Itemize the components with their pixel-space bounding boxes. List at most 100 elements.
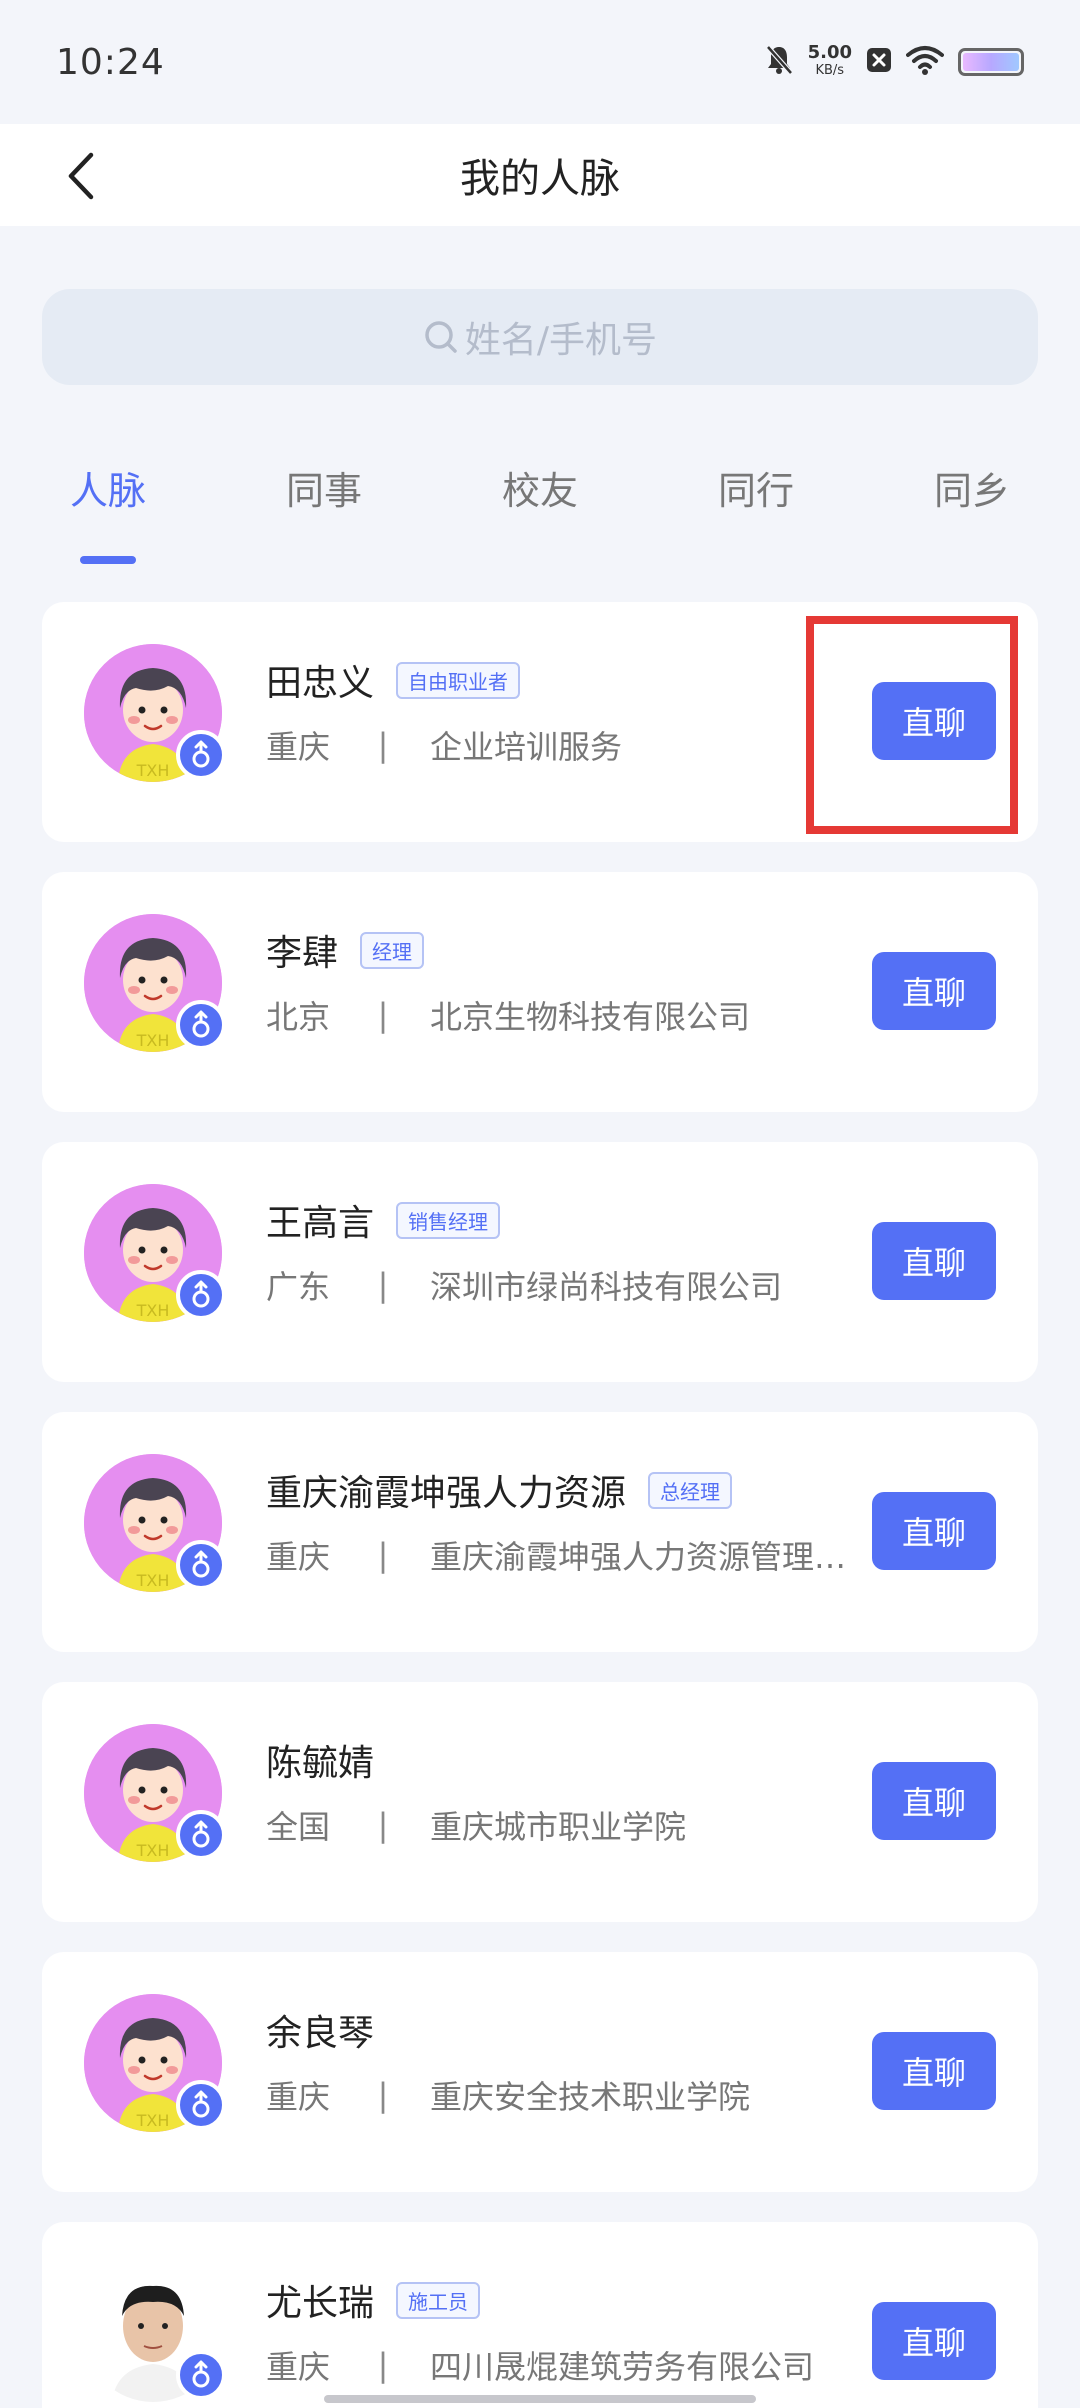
status-bar: 10:24 5.00 KB/s (0, 0, 1080, 124)
search-placeholder: 姓名/手机号 (464, 320, 658, 361)
contact-details: 北京 | 北京生物科技有限公司 (266, 992, 886, 1038)
tab-active-indicator (80, 556, 136, 564)
direct-chat-button[interactable]: 直聊 (872, 682, 996, 760)
tab-alumni[interactable]: 校友 (502, 460, 578, 515)
contact-name: 李肆 (266, 933, 339, 974)
contact-name: 田忠义 (266, 663, 375, 704)
name-row: 李肆 经理 (266, 924, 425, 976)
tab-peers[interactable]: 同行 (718, 460, 794, 515)
tab-renmai[interactable]: 人脉 (70, 460, 147, 564)
status-time: 10:24 (56, 41, 165, 83)
contact-company: 企业培训服务 (430, 728, 623, 766)
job-title-badge: 销售经理 (396, 1201, 501, 1239)
divider: | (377, 996, 389, 1034)
contact-company: 重庆城市职业学院 (430, 1808, 687, 1846)
chevron-left-icon (68, 152, 94, 200)
direct-chat-button[interactable]: 直聊 (872, 952, 996, 1030)
contact-name: 余良琴 (266, 2013, 375, 2054)
contact-details: 重庆 | 重庆渝霞坤强人力资源管理… (266, 1532, 886, 1578)
tab-label: 同事 (286, 469, 363, 513)
contact-city: 重庆 (266, 2078, 331, 2116)
tab-label: 人脉 (70, 469, 147, 513)
status-icons: 5.00 KB/s (764, 44, 1024, 80)
tab-bar: 人脉 同事 校友 同行 同乡 (0, 460, 1080, 570)
job-title-badge: 经理 (360, 931, 425, 969)
contact-card[interactable]: TXH 余良琴 重庆 | 重庆安全技术职业学院 直聊 (42, 1952, 1038, 2192)
battery-fill (963, 53, 1019, 71)
tab-label: 同乡 (934, 469, 1011, 513)
name-row: 田忠义 自由职业者 (266, 654, 521, 706)
back-button[interactable] (56, 146, 106, 206)
svg-text:TXH: TXH (136, 1031, 170, 1050)
male-icon (176, 1540, 226, 1590)
mute-bell-icon (764, 44, 794, 80)
male-icon (176, 730, 226, 780)
tab-label: 校友 (502, 469, 579, 513)
name-row: 重庆渝霞坤强人力资源 总经理 (266, 1464, 733, 1516)
divider: | (377, 1806, 389, 1844)
close-box-icon (866, 47, 892, 77)
divider: | (377, 2346, 389, 2384)
contact-card[interactable]: TXH 李肆 经理 北京 | 北京生物科技有限公司 直聊 (42, 872, 1038, 1112)
contact-details: 重庆 | 企业培训服务 (266, 722, 886, 768)
contact-card[interactable]: TXH 重庆渝霞坤强人力资源 总经理 重庆 | 重庆渝霞坤强人力资源管理… 直聊 (42, 1412, 1038, 1652)
contact-details: 广东 | 深圳市绿尚科技有限公司 (266, 1262, 886, 1308)
contact-name: 王高言 (266, 1203, 375, 1244)
tab-label: 同行 (718, 469, 795, 513)
speed-value: 5.00 (807, 42, 852, 63)
male-icon (176, 2350, 226, 2400)
contact-card[interactable]: TXH 田忠义 自由职业者 重庆 | 企业培训服务 直聊 (42, 602, 1038, 842)
direct-chat-button[interactable]: 直聊 (872, 2302, 996, 2380)
direct-chat-button[interactable]: 直聊 (872, 2032, 996, 2110)
contact-name: 重庆渝霞坤强人力资源 (266, 1473, 627, 1514)
app-root: 10:24 5.00 KB/s 我的人脉 姓名/手机号 人脉 同事 校友 同行 … (0, 0, 1080, 2408)
male-icon (176, 1810, 226, 1860)
contact-name: 尤长瑞 (266, 2283, 375, 2324)
nav-header: 我的人脉 (0, 124, 1080, 226)
contact-city: 重庆 (266, 728, 331, 766)
contact-city: 重庆 (266, 2348, 331, 2386)
contact-company: 四川晟焜建筑劳务有限公司 (430, 2348, 815, 2386)
contact-city: 全国 (266, 1808, 331, 1846)
male-icon (176, 1270, 226, 1320)
contact-city: 重庆 (266, 1538, 331, 1576)
contact-city: 北京 (266, 998, 331, 1036)
direct-chat-button[interactable]: 直聊 (872, 1762, 996, 1840)
name-row: 王高言 销售经理 (266, 1194, 501, 1246)
svg-text:TXH: TXH (136, 1301, 170, 1320)
tab-hometown[interactable]: 同乡 (934, 460, 1010, 515)
name-row: 陈毓婧 (266, 1734, 374, 1786)
battery-icon (958, 48, 1024, 76)
contact-name: 陈毓婧 (266, 1743, 375, 1784)
search-input[interactable]: 姓名/手机号 (42, 289, 1038, 385)
divider: | (377, 1266, 389, 1304)
tab-colleagues[interactable]: 同事 (286, 460, 362, 515)
male-icon (176, 1000, 226, 1050)
contact-company: 北京生物科技有限公司 (430, 998, 751, 1036)
svg-text:TXH: TXH (136, 2111, 170, 2130)
name-row: 尤长瑞 施工员 (266, 2274, 481, 2326)
wifi-icon (906, 45, 944, 79)
contact-company: 重庆渝霞坤强人力资源管理… (430, 1538, 847, 1576)
contact-card[interactable]: TXH 王高言 销售经理 广东 | 深圳市绿尚科技有限公司 直聊 (42, 1142, 1038, 1382)
contact-card[interactable]: TXH 陈毓婧 全国 | 重庆城市职业学院 直聊 (42, 1682, 1038, 1922)
direct-chat-button[interactable]: 直聊 (872, 1492, 996, 1570)
svg-text:TXH: TXH (136, 1571, 170, 1590)
direct-chat-button[interactable]: 直聊 (872, 1222, 996, 1300)
search-icon (425, 321, 457, 353)
home-indicator[interactable] (324, 2395, 756, 2403)
speed-unit: KB/s (815, 63, 845, 78)
name-row: 余良琴 (266, 2004, 374, 2056)
job-title-badge: 自由职业者 (396, 661, 521, 699)
contact-company: 深圳市绿尚科技有限公司 (430, 1268, 783, 1306)
network-speed: 5.00 KB/s (808, 44, 852, 80)
contact-company: 重庆安全技术职业学院 (430, 2078, 751, 2116)
contact-city: 广东 (266, 1268, 331, 1306)
divider: | (377, 726, 389, 764)
contact-card[interactable]: 尤长瑞 施工员 重庆 | 四川晟焜建筑劳务有限公司 直聊 (42, 2222, 1038, 2408)
contact-details: 重庆 | 重庆安全技术职业学院 (266, 2072, 886, 2118)
svg-text:TXH: TXH (136, 761, 170, 780)
svg-text:TXH: TXH (136, 1841, 170, 1860)
divider: | (377, 1536, 389, 1574)
male-icon (176, 2080, 226, 2130)
